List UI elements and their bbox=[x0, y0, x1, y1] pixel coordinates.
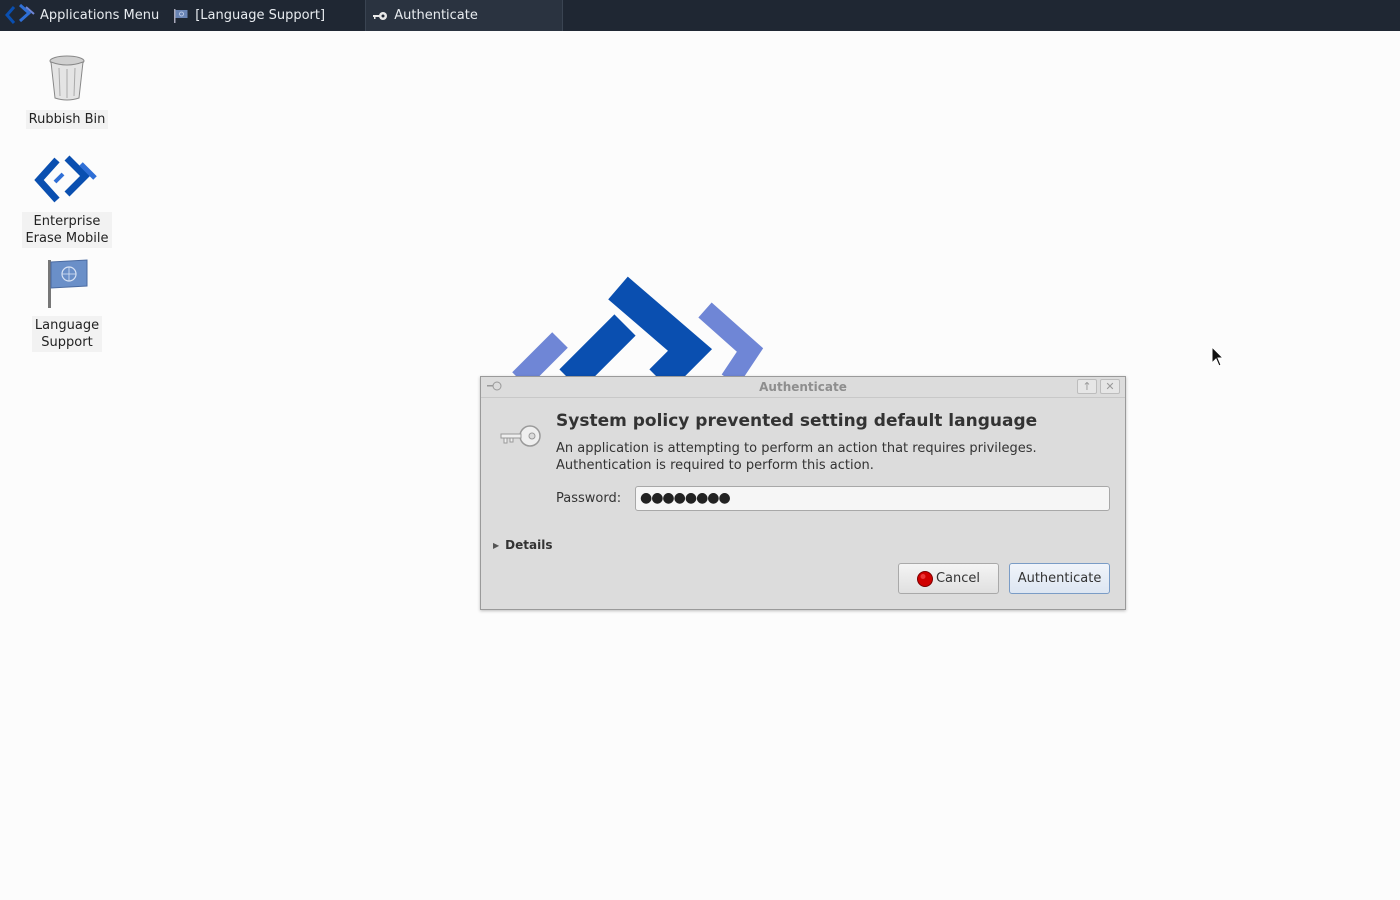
authenticate-button[interactable]: Authenticate bbox=[1009, 563, 1110, 594]
details-expander[interactable]: ▶ Details bbox=[493, 538, 552, 552]
key-icon bbox=[486, 380, 502, 396]
arrow-up-icon: ↑ bbox=[1082, 380, 1092, 393]
desktop-icon-language-support[interactable]: Language Support bbox=[22, 258, 112, 352]
password-field[interactable]: ●●●●●●●● bbox=[635, 486, 1110, 511]
taskbar-item-label: [Language Support] bbox=[195, 8, 326, 23]
stop-icon bbox=[916, 570, 933, 587]
details-label: Details bbox=[505, 538, 553, 552]
close-icon: ✕ bbox=[1105, 380, 1115, 393]
mouse-cursor-icon bbox=[1211, 345, 1225, 372]
desktop-icon-label: Language Support bbox=[31, 316, 103, 352]
dialog-title: Authenticate bbox=[759, 380, 847, 394]
key-icon bbox=[499, 424, 543, 454]
desktop-icon-rubbish-bin[interactable]: Rubbish Bin bbox=[22, 54, 112, 129]
wallpaper-logo bbox=[500, 270, 770, 391]
trash-icon bbox=[22, 54, 112, 106]
taskbar-item-language-support[interactable]: [Language Support] bbox=[167, 0, 365, 31]
top-panel: Applications Menu [Language Support] Aut… bbox=[0, 0, 1400, 31]
close-button[interactable]: ✕ bbox=[1100, 379, 1120, 394]
desktop-icon-label: Enterprise Erase Mobile bbox=[22, 212, 112, 248]
desktop-icon-enterprise-erase-mobile[interactable]: Enterprise Erase Mobile bbox=[22, 154, 112, 248]
flag-icon bbox=[22, 258, 112, 312]
cancel-button-label: Cancel bbox=[935, 571, 981, 586]
taskbar-item-label: Authenticate bbox=[394, 8, 478, 23]
dialog-heading: System policy prevented setting default … bbox=[556, 411, 1038, 431]
description-line: An application is attempting to perform … bbox=[556, 441, 1037, 456]
maximize-button[interactable]: ↑ bbox=[1077, 379, 1097, 394]
desktop-icon-label: Rubbish Bin bbox=[25, 110, 109, 129]
dialog-description: An application is attempting to perform … bbox=[556, 440, 1037, 474]
authenticate-dialog: Authenticate ↑ ✕ System policy prevented… bbox=[480, 376, 1126, 610]
expander-arrow-icon: ▶ bbox=[493, 540, 500, 550]
enterprise-logo-icon bbox=[4, 3, 36, 29]
description-line: Authentication is required to perform th… bbox=[556, 458, 874, 473]
applications-menu-label: Applications Menu bbox=[40, 8, 160, 23]
authenticate-button-label: Authenticate bbox=[1017, 571, 1102, 586]
flag-icon bbox=[173, 8, 189, 23]
password-label: Password: bbox=[556, 491, 622, 506]
key-icon bbox=[372, 10, 388, 22]
cancel-button[interactable]: Cancel bbox=[898, 563, 999, 594]
enterprise-erase-icon bbox=[22, 154, 112, 208]
applications-menu-button[interactable]: Applications Menu bbox=[0, 0, 167, 31]
dialog-titlebar[interactable]: Authenticate ↑ ✕ bbox=[481, 377, 1125, 398]
taskbar-item-authenticate[interactable]: Authenticate bbox=[365, 0, 564, 31]
